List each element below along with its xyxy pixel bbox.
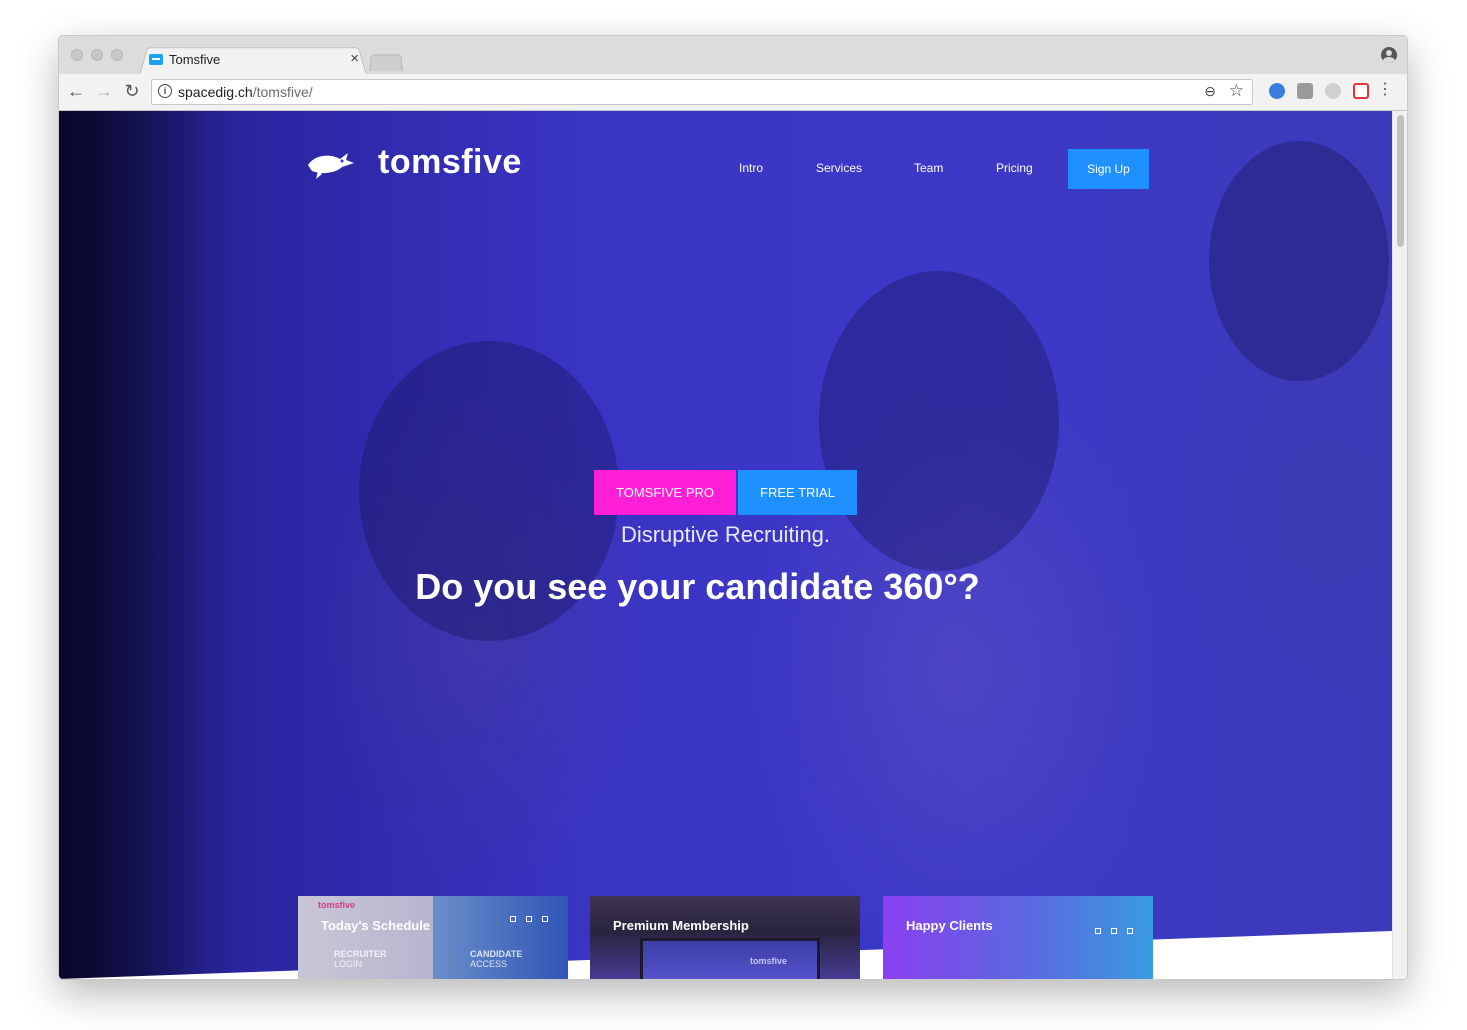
- sign-up-button[interactable]: Sign Up: [1068, 149, 1149, 189]
- free-trial-button[interactable]: FREE TRIAL: [738, 470, 857, 515]
- address-bar[interactable]: i spacedig.ch/tomsfive/ ⊖ ☆: [151, 79, 1253, 105]
- forward-button[interactable]: →: [93, 80, 115, 102]
- reload-button[interactable]: ↻: [121, 80, 143, 102]
- browser-window: Tomsfive × ← → ↻ i spacedig.ch/tomsfive/…: [58, 35, 1408, 980]
- browser-menu-icon[interactable]: ⋮: [1377, 82, 1393, 98]
- url-path: /tomsfive/: [252, 84, 313, 100]
- hero-subtitle: Disruptive Recruiting.: [620, 522, 831, 547]
- card-todays-schedule[interactable]: tomsfive Today's Schedule RECRUITER LOGI…: [298, 896, 568, 979]
- bookmark-star-icon[interactable]: ☆: [1229, 81, 1244, 101]
- page-viewport: tomsfive Intro Services Team Pricing Sig…: [59, 111, 1392, 979]
- card-mini-logo: tomsfive: [750, 956, 788, 966]
- candidate-sub: ACCESS: [470, 959, 508, 969]
- card-dots-icon[interactable]: [1095, 928, 1135, 936]
- hero-title: Do you see your candidate 360°?: [415, 566, 980, 607]
- close-window-button[interactable]: [71, 49, 83, 61]
- url-host: spacedig.ch: [178, 84, 253, 100]
- maximize-window-button[interactable]: [111, 49, 123, 61]
- url-text[interactable]: spacedig.ch/tomsfive/: [178, 84, 313, 100]
- extension-puzzle-icon[interactable]: [1325, 83, 1341, 99]
- profile-icon[interactable]: [1381, 47, 1397, 63]
- extension-gear-icon[interactable]: [1269, 83, 1285, 99]
- card-premium-membership[interactable]: Premium Membership tomsfive: [590, 896, 860, 979]
- card-mini-logo: tomsfive: [318, 900, 356, 910]
- card-dots-icon[interactable]: [510, 916, 550, 924]
- browser-toolbar: ← → ↻ i spacedig.ch/tomsfive/ ⊖ ☆ ⋮: [59, 74, 1407, 111]
- extension-red-icon[interactable]: [1353, 83, 1369, 99]
- nav-services[interactable]: Services: [816, 161, 862, 175]
- recruiter-sub: LOGIN: [334, 959, 363, 969]
- tomsfive-pro-button[interactable]: TOMSFIVE PRO: [594, 470, 736, 515]
- back-button[interactable]: ←: [65, 80, 87, 102]
- rabbit-logo-icon: [308, 153, 354, 179]
- logo-text: tomsfive: [378, 143, 522, 181]
- scrollbar-thumb[interactable]: [1397, 115, 1404, 247]
- nav-pricing[interactable]: Pricing: [996, 161, 1033, 175]
- site-logo[interactable]: tomsfive: [304, 143, 534, 187]
- extension-ob-icon[interactable]: [1297, 83, 1313, 99]
- minimize-window-button[interactable]: [91, 49, 103, 61]
- card-title: Premium Membership: [613, 918, 749, 933]
- zoom-icon[interactable]: ⊖: [1204, 83, 1216, 100]
- tab-strip: Tomsfive ×: [59, 36, 1407, 75]
- info-icon[interactable]: i: [158, 84, 172, 98]
- nav-intro[interactable]: Intro: [739, 161, 763, 175]
- tab-content: Tomsfive ×: [147, 46, 359, 74]
- nav-team[interactable]: Team: [914, 161, 943, 175]
- laptop-screen: [640, 938, 820, 979]
- page-scrollbar[interactable]: [1392, 111, 1407, 979]
- tab-close-icon[interactable]: ×: [350, 50, 359, 67]
- new-tab-button[interactable]: [369, 54, 403, 72]
- card-happy-clients[interactable]: Happy Clients: [883, 896, 1153, 979]
- tab-title: Tomsfive: [169, 52, 221, 67]
- card-title: Happy Clients: [906, 918, 993, 933]
- candidate-label: CANDIDATE: [470, 949, 523, 959]
- favicon-icon: [149, 54, 163, 65]
- background-person-right: [1209, 141, 1389, 381]
- recruiter-label: RECRUITER: [334, 949, 387, 959]
- card-title: Today's Schedule: [321, 918, 431, 933]
